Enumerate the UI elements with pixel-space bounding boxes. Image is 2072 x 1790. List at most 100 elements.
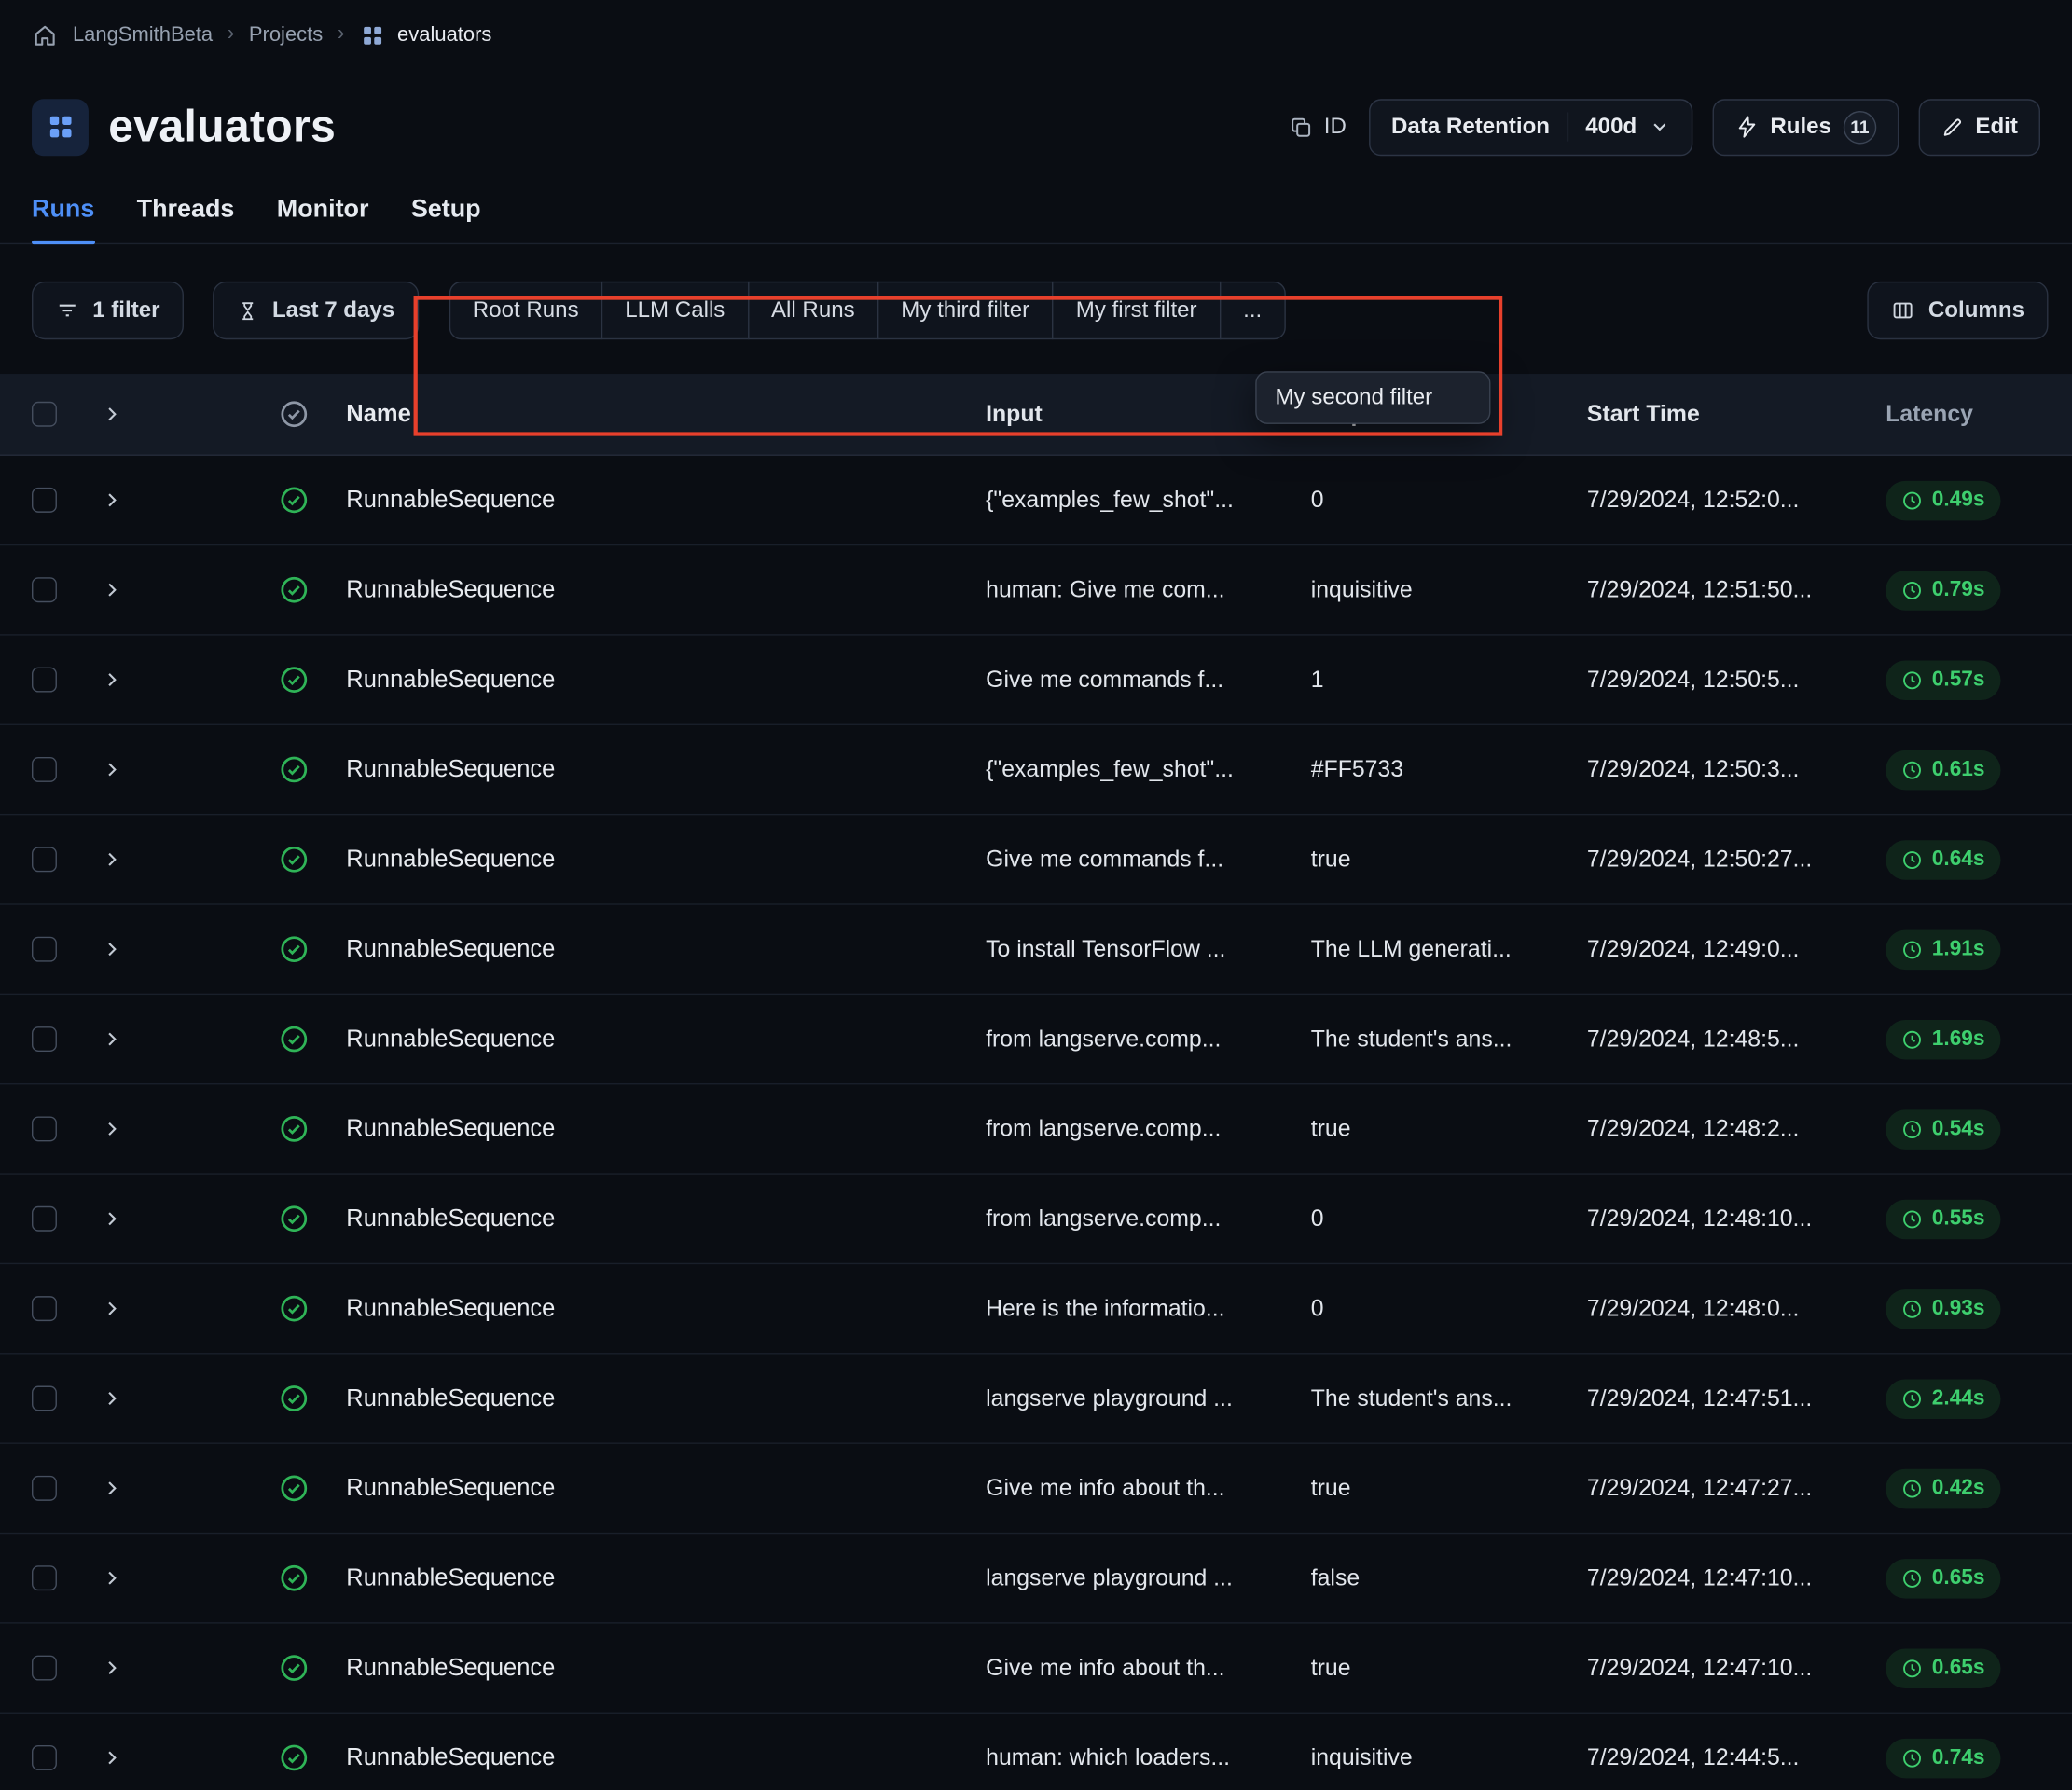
- rules-button[interactable]: Rules 11: [1712, 99, 1899, 156]
- tab-monitor[interactable]: Monitor: [277, 196, 369, 243]
- latency-badge: 0.64s: [1886, 840, 2000, 880]
- home-icon[interactable]: [32, 21, 58, 48]
- table-row[interactable]: RunnableSequence {"examples_few_shot"...…: [0, 725, 2072, 815]
- expand-chevron-icon[interactable]: [76, 1748, 145, 1768]
- table-row[interactable]: RunnableSequence Give me commands f... t…: [0, 815, 2072, 904]
- table-row[interactable]: RunnableSequence from langserve.comp... …: [0, 995, 2072, 1084]
- run-name[interactable]: RunnableSequence: [336, 486, 986, 514]
- table-row[interactable]: RunnableSequence human: Give me com... i…: [0, 545, 2072, 635]
- filters-button[interactable]: 1 filter: [32, 282, 184, 339]
- filter-tab-llm-calls[interactable]: LLM Calls: [601, 282, 749, 339]
- row-checkbox[interactable]: [32, 757, 57, 782]
- expand-chevron-icon[interactable]: [76, 760, 145, 779]
- breadcrumb-item-project[interactable]: evaluators: [359, 21, 491, 48]
- table-row[interactable]: RunnableSequence {"examples_few_shot"...…: [0, 456, 2072, 545]
- run-name[interactable]: RunnableSequence: [336, 1654, 986, 1682]
- run-name[interactable]: RunnableSequence: [336, 1295, 986, 1323]
- table-row[interactable]: RunnableSequence Give me info about th..…: [0, 1444, 2072, 1534]
- tab-threads[interactable]: Threads: [137, 196, 235, 243]
- row-checkbox[interactable]: [32, 1026, 57, 1052]
- row-checkbox[interactable]: [32, 847, 57, 872]
- time-range-button[interactable]: Last 7 days: [213, 282, 419, 339]
- expand-chevron-icon[interactable]: [76, 1119, 145, 1138]
- table-row[interactable]: RunnableSequence Give me info about th..…: [0, 1624, 2072, 1714]
- breadcrumb-item-org[interactable]: LangSmithBeta: [73, 23, 213, 48]
- table-row[interactable]: RunnableSequence langserve playground ..…: [0, 1534, 2072, 1623]
- run-name[interactable]: RunnableSequence: [336, 1384, 986, 1412]
- column-header-name[interactable]: Name: [336, 400, 986, 428]
- select-all-checkbox[interactable]: [32, 402, 57, 427]
- run-name[interactable]: RunnableSequence: [336, 1115, 986, 1143]
- run-input: {"examples_few_shot"...: [986, 486, 1311, 514]
- data-retention-button[interactable]: Data Retention 400d: [1369, 99, 1692, 156]
- dropdown-item-my-second-filter[interactable]: My second filter: [1275, 384, 1432, 410]
- row-checkbox[interactable]: [32, 488, 57, 513]
- expand-chevron-icon[interactable]: [76, 1658, 145, 1677]
- success-status-icon: [251, 845, 336, 875]
- table-row[interactable]: RunnableSequence langserve playground ..…: [0, 1355, 2072, 1444]
- row-checkbox[interactable]: [32, 1116, 57, 1141]
- row-checkbox[interactable]: [32, 1656, 57, 1681]
- expand-chevron-icon[interactable]: [76, 1568, 145, 1588]
- run-input: human: Give me com...: [986, 576, 1311, 604]
- expand-all-chevron-icon[interactable]: [76, 405, 145, 424]
- filter-tab-all-runs[interactable]: All Runs: [747, 282, 878, 339]
- filter-tab-my-first-filter[interactable]: My first filter: [1052, 282, 1221, 339]
- run-name[interactable]: RunnableSequence: [336, 1474, 986, 1502]
- run-name[interactable]: RunnableSequence: [336, 846, 986, 874]
- row-checkbox[interactable]: [32, 1476, 57, 1501]
- table-row[interactable]: RunnableSequence from langserve.comp... …: [0, 1175, 2072, 1264]
- latency-badge: 0.93s: [1886, 1288, 2000, 1329]
- run-name[interactable]: RunnableSequence: [336, 1744, 986, 1772]
- filter-tab-root-runs[interactable]: Root Runs: [449, 282, 602, 339]
- tab-runs[interactable]: Runs: [32, 196, 94, 243]
- breadcrumb-item-projects[interactable]: Projects: [249, 23, 323, 48]
- filter-tab-my-third-filter[interactable]: My third filter: [877, 282, 1054, 339]
- table-row[interactable]: RunnableSequence Give me commands f... 1…: [0, 636, 2072, 725]
- latency-value: 0.79s: [1932, 578, 1985, 602]
- row-checkbox[interactable]: [32, 937, 57, 962]
- table-row[interactable]: RunnableSequence Here is the informatio.…: [0, 1264, 2072, 1354]
- row-checkbox[interactable]: [32, 668, 57, 693]
- run-input: langserve playground ...: [986, 1564, 1311, 1592]
- row-checkbox[interactable]: [32, 1565, 57, 1590]
- run-name[interactable]: RunnableSequence: [336, 666, 986, 694]
- clock-icon: [1901, 1119, 1923, 1140]
- filter-tab-more-button[interactable]: ...: [1220, 282, 1286, 339]
- lightning-icon: [1734, 115, 1759, 139]
- column-header-latency[interactable]: Latency: [1886, 400, 2072, 428]
- expand-chevron-icon[interactable]: [76, 669, 145, 689]
- table-row[interactable]: RunnableSequence from langserve.comp... …: [0, 1084, 2072, 1174]
- edit-button[interactable]: Edit: [1918, 99, 2040, 156]
- columns-button[interactable]: Columns: [1868, 282, 2049, 339]
- column-header-start-time[interactable]: Start Time: [1587, 400, 1886, 428]
- run-name[interactable]: RunnableSequence: [336, 756, 986, 784]
- run-name[interactable]: RunnableSequence: [336, 1026, 986, 1053]
- expand-chevron-icon[interactable]: [76, 1299, 145, 1318]
- run-name[interactable]: RunnableSequence: [336, 935, 986, 963]
- row-checkbox[interactable]: [32, 1745, 57, 1770]
- expand-chevron-icon[interactable]: [76, 1388, 145, 1408]
- expand-chevron-icon[interactable]: [76, 849, 145, 869]
- row-checkbox[interactable]: [32, 1296, 57, 1321]
- table-row[interactable]: RunnableSequence human: which loaders...…: [0, 1714, 2072, 1790]
- latency-badge: 0.57s: [1886, 660, 2000, 700]
- expand-chevron-icon[interactable]: [76, 1029, 145, 1049]
- copy-id-button[interactable]: ID: [1288, 114, 1346, 140]
- row-checkbox[interactable]: [32, 1386, 57, 1411]
- table-row[interactable]: RunnableSequence To install TensorFlow .…: [0, 905, 2072, 995]
- tab-setup[interactable]: Setup: [411, 196, 481, 243]
- expand-chevron-icon[interactable]: [76, 1479, 145, 1498]
- expand-chevron-icon[interactable]: [76, 580, 145, 599]
- run-output: false: [1311, 1564, 1587, 1592]
- run-name[interactable]: RunnableSequence: [336, 1564, 986, 1592]
- row-checkbox[interactable]: [32, 577, 57, 602]
- expand-chevron-icon[interactable]: [76, 940, 145, 959]
- runs-table-header: Name Input Output Start Time Latency: [0, 374, 2072, 456]
- expand-chevron-icon[interactable]: [76, 490, 145, 510]
- run-name[interactable]: RunnableSequence: [336, 1205, 986, 1232]
- row-checkbox[interactable]: [32, 1206, 57, 1232]
- success-status-icon: [251, 934, 336, 965]
- expand-chevron-icon[interactable]: [76, 1209, 145, 1229]
- run-name[interactable]: RunnableSequence: [336, 576, 986, 604]
